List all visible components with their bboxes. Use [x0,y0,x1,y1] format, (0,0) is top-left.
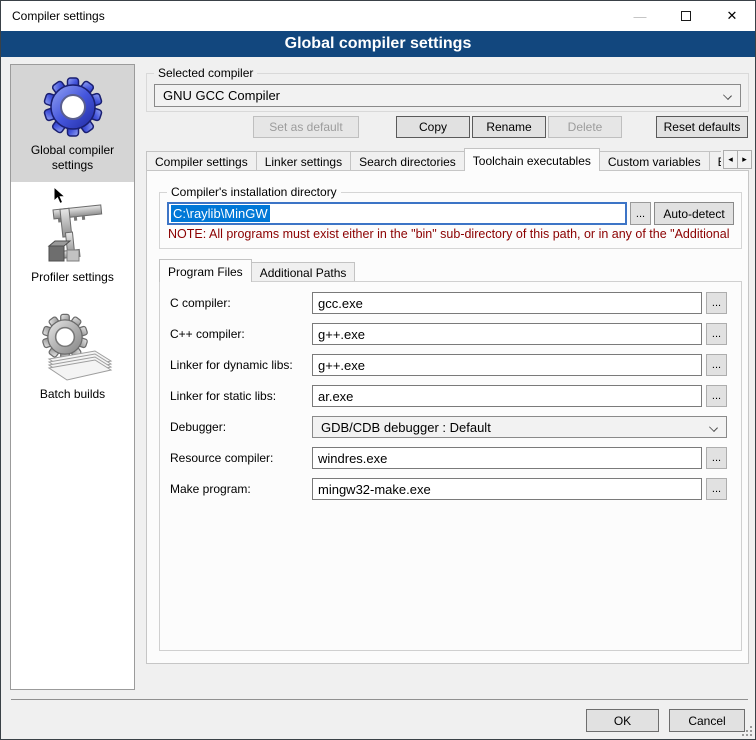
sidebar-item-profiler-settings[interactable]: Profiler settings [11,198,134,285]
selected-text: C:\raylib\MinGW [171,205,270,222]
tab-program-files[interactable]: Program Files [159,259,252,282]
make-program-field[interactable] [312,478,702,500]
field-label: Make program: [170,482,312,496]
resource-compiler-field[interactable] [312,447,702,469]
tab-scroll-right-icon[interactable]: ▸ [737,150,752,169]
files-tabstrip: Program Files Additional Paths [159,260,355,282]
sidebar-item-batch-builds[interactable]: Batch builds [11,303,134,402]
sidebar-item-label: Batch builds [36,387,109,402]
toolchain-executables-panel: Compiler's installation directory C:\ray… [146,170,749,664]
reset-defaults-button[interactable]: Reset defaults [656,116,748,138]
compiler-settings-dialog: Compiler settings — ✕ Global compiler se… [0,0,756,740]
combo-value: GNU GCC Compiler [163,88,280,103]
set-as-default-button[interactable]: Set as default [253,116,359,138]
tab-search-directories[interactable]: Search directories [350,151,465,171]
resize-grip[interactable] [742,726,752,736]
field-label: Linker for dynamic libs: [170,358,312,372]
browse-button[interactable]: ... [706,292,727,314]
tab-build-options[interactable]: Build [709,151,721,171]
gear-icon [37,71,109,143]
group-label: Selected compiler [154,66,257,80]
field-label: Linker for static libs: [170,389,312,403]
linker-static-field[interactable] [312,385,702,407]
field-label: C compiler: [170,296,312,310]
maximize-icon[interactable] [663,1,709,31]
settings-sidebar: Global compiler settings [10,64,135,690]
copy-button[interactable]: Copy [396,116,470,138]
debugger-combobox[interactable]: GDB/CDB debugger : Default [312,416,727,438]
installation-directory-group: Compiler's installation directory C:\ray… [159,185,742,249]
batch-builds-icon [31,303,115,387]
field-label: Debugger: [170,420,312,434]
tab-scroll-buttons: ◂ ▸ [723,150,752,169]
caliper-icon [37,198,109,270]
browse-button[interactable]: ... [706,478,727,500]
page-title: Global compiler settings [1,31,755,57]
delete-button[interactable]: Delete [548,116,622,138]
window-title: Compiler settings [1,9,617,23]
tab-additional-paths[interactable]: Additional Paths [251,262,356,282]
ok-button[interactable]: OK [586,709,659,732]
field-label: Resource compiler: [170,451,312,465]
cancel-button[interactable]: Cancel [669,709,745,732]
compiler-actions: Set as default Copy Rename Delete Reset … [146,116,749,138]
rename-button[interactable]: Rename [472,116,546,138]
chevron-down-icon [723,91,732,100]
tab-toolchain-executables[interactable]: Toolchain executables [464,148,600,171]
sidebar-item-global-compiler-settings[interactable]: Global compiler settings [11,65,134,182]
tab-custom-variables[interactable]: Custom variables [599,151,710,171]
footer-divider [11,699,748,700]
tab-linker-settings[interactable]: Linker settings [256,151,351,171]
tab-compiler-settings[interactable]: Compiler settings [146,151,257,171]
browse-button[interactable]: ... [706,323,727,345]
combo-value: GDB/CDB debugger : Default [321,420,491,435]
chevron-down-icon [709,423,718,432]
browse-button[interactable]: ... [706,447,727,469]
browse-button[interactable]: ... [706,385,727,407]
sidebar-item-label: Profiler settings [27,270,118,285]
settings-tabstrip: Compiler settings Linker settings Search… [146,148,721,171]
selected-compiler-combobox[interactable]: GNU GCC Compiler [154,84,741,107]
field-label: C++ compiler: [170,327,312,341]
c-compiler-field[interactable] [312,292,702,314]
browse-directory-button[interactable]: ... [630,202,651,225]
window-controls: — ✕ [617,1,755,31]
group-label: Compiler's installation directory [167,185,341,199]
installation-directory-input[interactable]: C:\raylib\MinGW [167,202,627,225]
mouse-cursor [53,186,66,205]
browse-button[interactable]: ... [706,354,727,376]
linker-dynamic-field[interactable] [312,354,702,376]
tab-scroll-left-icon[interactable]: ◂ [723,150,738,169]
close-icon[interactable]: ✕ [709,1,755,31]
selected-compiler-group: Selected compiler GNU GCC Compiler [146,66,749,112]
title-bar: Compiler settings — ✕ [1,1,755,31]
note-text: NOTE: All programs must exist either in … [168,227,733,241]
sidebar-item-label: Global compiler settings [11,143,134,173]
auto-detect-button[interactable]: Auto-detect [654,202,734,225]
cpp-compiler-field[interactable] [312,323,702,345]
minimize-icon[interactable]: — [617,1,663,31]
program-files-panel: C compiler: ... C++ compiler: ... Linker… [159,281,742,651]
